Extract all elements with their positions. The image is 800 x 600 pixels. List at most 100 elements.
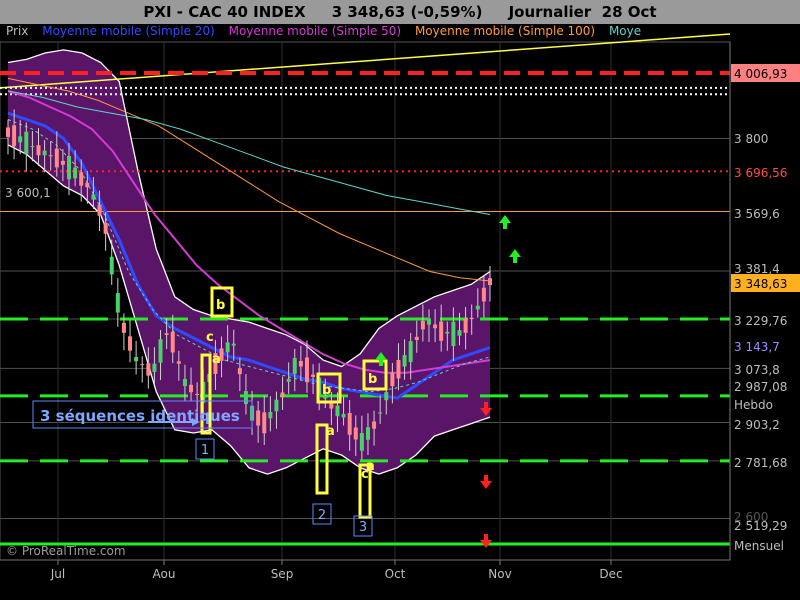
- price-label: 2 903,2: [734, 418, 780, 432]
- candle-body: [73, 167, 78, 179]
- candle-body: [12, 125, 17, 147]
- price-label: 3 800: [734, 132, 768, 146]
- candle-body: [274, 399, 279, 412]
- candle-body: [54, 148, 59, 168]
- candle-body: [243, 391, 248, 405]
- candle-body: [359, 433, 364, 451]
- down-arrow-3: [480, 534, 492, 548]
- down-arrow-2: [480, 475, 492, 489]
- price-label: 4 006,93: [734, 67, 787, 81]
- candle-body: [298, 360, 303, 367]
- label-b-2: b: [322, 383, 331, 398]
- candle-body: [189, 384, 194, 393]
- price-label: 2 519,29: [734, 519, 787, 533]
- up-arrow-1: [499, 215, 511, 229]
- watermark: © ProRealTime.com: [6, 544, 126, 558]
- x-tick-label: Dec: [599, 567, 622, 581]
- candle-body: [481, 287, 486, 302]
- x-tick-label: Jul: [50, 567, 65, 581]
- candle-body: [390, 372, 395, 387]
- price-label: 2 781,68: [734, 456, 787, 470]
- candle-body: [304, 357, 309, 383]
- candle-body: [445, 331, 450, 334]
- candle-body: [237, 368, 242, 375]
- candle-body: [30, 146, 35, 148]
- candle-body: [146, 363, 151, 376]
- candle-body: [396, 359, 401, 379]
- label-c-1: c: [206, 330, 214, 345]
- candle-body: [268, 412, 273, 419]
- price-label: 3 348,63: [734, 277, 787, 291]
- candle-body: [420, 320, 425, 330]
- candle-body: [402, 355, 407, 367]
- candle-body: [286, 378, 291, 382]
- candle-body: [91, 194, 96, 200]
- price-label: Hebdo: [734, 398, 773, 412]
- candle-body: [292, 357, 297, 374]
- candle-body: [433, 324, 438, 329]
- candle-body: [365, 427, 370, 440]
- candle-body: [451, 321, 456, 347]
- candle-body: [414, 336, 419, 340]
- x-tick-label: Sep: [271, 567, 294, 581]
- candle-body: [170, 331, 175, 353]
- left-level-label: 3 600,1: [5, 186, 51, 200]
- price-label: 3 229,76: [734, 314, 787, 328]
- price-label: 3 696,56: [734, 166, 787, 180]
- candle-body: [85, 182, 90, 188]
- sequence-number-1: 1: [201, 443, 209, 458]
- sequence-number-3: 3: [359, 520, 367, 535]
- candle-body: [353, 427, 358, 440]
- candle-body: [256, 410, 261, 426]
- price-label: 3 143,7: [734, 340, 780, 354]
- candle-body: [426, 318, 431, 325]
- candle-body: [67, 155, 72, 180]
- candle-body: [140, 364, 145, 366]
- candle-body: [121, 322, 126, 333]
- candle-body: [280, 392, 285, 398]
- candle-body: [469, 317, 474, 320]
- candle-body: [103, 222, 108, 234]
- x-tick-label: Nov: [488, 567, 511, 581]
- candle-body: [341, 413, 346, 418]
- candle-body: [378, 412, 383, 414]
- candle-body: [488, 278, 492, 286]
- candle-body: [231, 343, 236, 346]
- candle-body: [115, 293, 120, 313]
- x-tick-label: Aou: [153, 567, 176, 581]
- candle-body: [457, 330, 462, 336]
- candle-body: [176, 361, 181, 364]
- sequences-label: 3 séquences identiques: [40, 407, 240, 425]
- price-label: 3 381,4: [734, 262, 780, 276]
- label-b-1: b: [216, 298, 225, 313]
- candle-body: [311, 374, 316, 377]
- label-a-2: a: [326, 424, 335, 439]
- sequence-number-2: 2: [318, 508, 326, 523]
- candle-body: [408, 341, 413, 363]
- candle-body: [48, 155, 53, 157]
- candle-body: [152, 363, 157, 372]
- candle-body: [475, 305, 480, 310]
- candle-body: [60, 160, 65, 165]
- price-label: 3 569,6: [734, 207, 780, 221]
- candle-body: [335, 405, 340, 417]
- candle-body: [18, 136, 23, 143]
- candle-body: [42, 150, 47, 156]
- candle-body: [262, 412, 267, 434]
- candle-body: [6, 127, 10, 137]
- candle-body: [195, 394, 200, 396]
- candle-body: [128, 336, 133, 351]
- candle-body: [372, 421, 377, 429]
- candle-body: [158, 339, 163, 363]
- candle-body: [329, 403, 334, 409]
- candle-body: [36, 145, 41, 156]
- price-chart[interactable]: 123bababacc3 séquences identiques Jul Aou…: [0, 0, 800, 600]
- candle-body: [24, 131, 29, 155]
- candle-body: [463, 318, 468, 333]
- candle-body: [182, 378, 187, 387]
- x-tick-label: Oct: [385, 567, 406, 581]
- candle-body: [164, 333, 169, 335]
- price-label: 2 987,08: [734, 380, 787, 394]
- price-label: 3 073,8: [734, 363, 780, 377]
- label-b-3: b: [368, 372, 377, 387]
